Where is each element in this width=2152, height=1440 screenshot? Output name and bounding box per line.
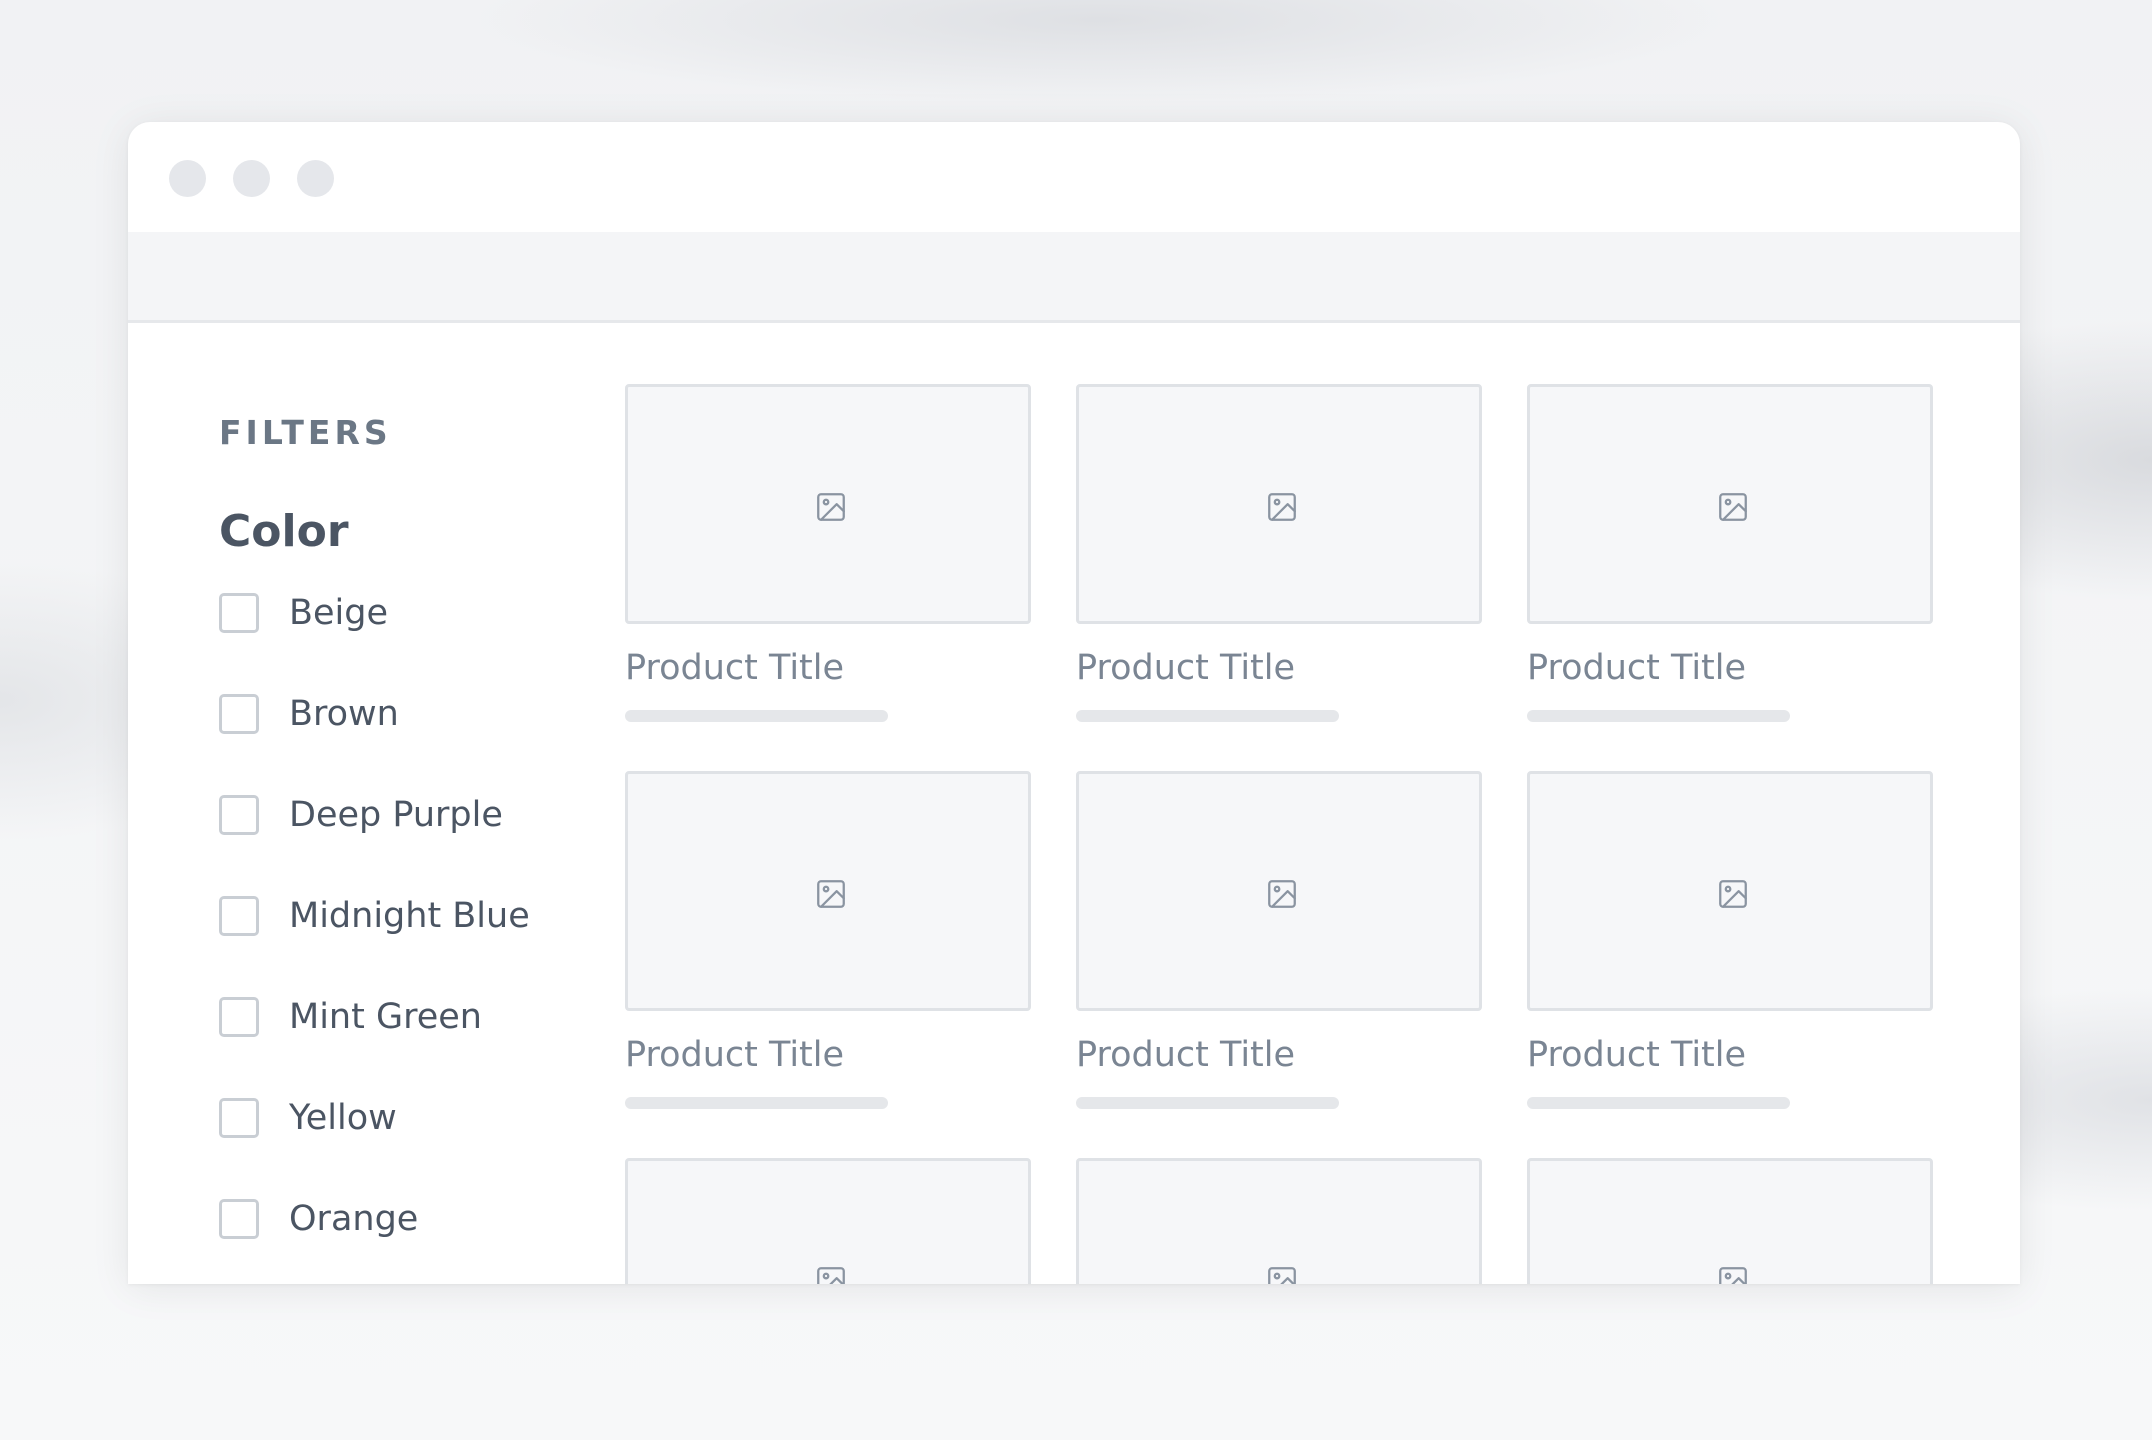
color-options-list: Beige Brown Deep Purple Midnight Blue Mi…	[219, 593, 619, 1284]
color-option-label: Midnight Blue	[289, 896, 530, 936]
color-option-label: Deep Purple	[289, 795, 503, 835]
product-image[interactable]	[1076, 1158, 1482, 1284]
checkbox[interactable]	[219, 694, 259, 734]
image-icon	[817, 880, 845, 908]
color-option-label: Beige	[289, 593, 389, 633]
color-option-mint-green[interactable]: Mint Green	[219, 997, 619, 1098]
product-card[interactable]: Product Title	[625, 384, 1031, 724]
product-title[interactable]: Product Title	[625, 646, 1031, 690]
product-image[interactable]	[625, 384, 1031, 624]
product-title[interactable]: Product Title	[1076, 1033, 1482, 1077]
window-maximize-button[interactable]	[297, 160, 334, 197]
product-image[interactable]	[1076, 384, 1482, 624]
product-image[interactable]	[1076, 771, 1482, 1011]
image-icon	[817, 493, 845, 521]
color-option-beige[interactable]: Beige	[219, 593, 619, 694]
image-icon	[1268, 493, 1296, 521]
checkbox[interactable]	[219, 997, 259, 1037]
checkbox[interactable]	[219, 795, 259, 835]
product-title[interactable]: Product Title	[1527, 646, 1933, 690]
color-option-yellow[interactable]: Yellow	[219, 1098, 619, 1199]
color-option-midnight-blue[interactable]: Midnight Blue	[219, 896, 619, 997]
product-title[interactable]: Product Title	[1076, 646, 1482, 690]
image-icon	[1268, 1267, 1296, 1284]
product-title[interactable]: Product Title	[1527, 1033, 1933, 1077]
color-option-label: Yellow	[289, 1098, 397, 1138]
color-option-label: Mint Green	[289, 997, 482, 1037]
product-card[interactable]: Product Title	[1527, 771, 1933, 1111]
checkbox[interactable]	[219, 1098, 259, 1138]
filters-sidebar: FILTERS Color Beige Brown Deep Purple Mi	[219, 413, 619, 1284]
page-content: FILTERS Color Beige Brown Deep Purple Mi	[128, 323, 2020, 1284]
product-card[interactable]: Product Title	[1076, 771, 1482, 1111]
color-option-label: Orange	[289, 1199, 419, 1239]
product-image[interactable]	[1527, 1158, 1933, 1284]
image-icon	[1719, 1267, 1747, 1284]
product-price-placeholder	[1527, 1097, 1790, 1109]
product-image[interactable]	[1527, 771, 1933, 1011]
image-icon	[1719, 493, 1747, 521]
image-icon	[817, 1267, 845, 1284]
window-close-button[interactable]	[169, 160, 206, 197]
browser-window: FILTERS Color Beige Brown Deep Purple Mi	[128, 122, 2020, 1284]
product-card[interactable]	[1076, 1158, 1482, 1284]
product-card[interactable]	[1527, 1158, 1933, 1284]
product-image[interactable]	[625, 1158, 1031, 1284]
product-price-placeholder	[1527, 710, 1790, 722]
checkbox[interactable]	[219, 896, 259, 936]
window-minimize-button[interactable]	[233, 160, 270, 197]
product-image[interactable]	[1527, 384, 1933, 624]
checkbox[interactable]	[219, 593, 259, 633]
color-option-label: Brown	[289, 694, 399, 734]
filters-heading: FILTERS	[219, 413, 392, 452]
window-titlebar	[128, 122, 2020, 232]
product-price-placeholder	[1076, 1097, 1339, 1109]
product-title[interactable]: Product Title	[625, 1033, 1031, 1077]
window-toolbar	[128, 232, 2020, 323]
color-filter-heading: Color	[219, 506, 349, 557]
color-option-deep-purple[interactable]: Deep Purple	[219, 795, 619, 896]
color-option-brown[interactable]: Brown	[219, 694, 619, 795]
checkbox[interactable]	[219, 1199, 259, 1239]
product-price-placeholder	[625, 1097, 888, 1109]
product-card[interactable]: Product Title	[625, 771, 1031, 1111]
image-icon	[1268, 880, 1296, 908]
product-price-placeholder	[625, 710, 888, 722]
product-price-placeholder	[1076, 710, 1339, 722]
product-image[interactable]	[625, 771, 1031, 1011]
product-card[interactable]: Product Title	[1076, 384, 1482, 724]
product-card[interactable]	[625, 1158, 1031, 1284]
image-icon	[1719, 880, 1747, 908]
color-option-orange[interactable]: Orange	[219, 1199, 619, 1284]
product-card[interactable]: Product Title	[1527, 384, 1933, 724]
